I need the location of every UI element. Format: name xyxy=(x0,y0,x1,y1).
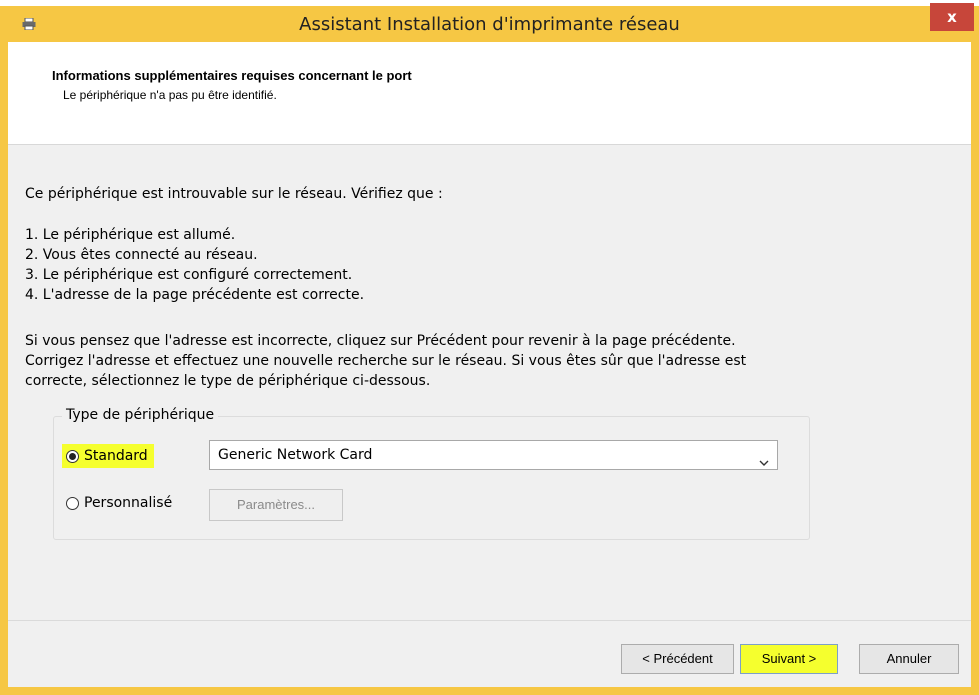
device-type-select[interactable]: Generic Network Card xyxy=(209,440,778,470)
wizard-header: Informations supplémentaires requises co… xyxy=(8,42,971,145)
device-type-legend: Type de périphérique xyxy=(62,407,219,423)
standard-highlight[interactable]: Standard xyxy=(62,444,154,468)
standard-option[interactable]: Standard xyxy=(62,444,154,468)
back-button[interactable]: < Précédent xyxy=(621,644,734,674)
page-subtitle: Le périphérique n'a pas pu être identifi… xyxy=(63,88,277,102)
advice-line: correcte, sélectionnez le type de périph… xyxy=(25,373,431,389)
checklist-item: 1. Le périphérique est allumé. xyxy=(25,227,236,243)
close-button[interactable]: x xyxy=(930,3,974,31)
checklist-item: 2. Vous êtes connecté au réseau. xyxy=(25,247,258,263)
chevron-down-icon[interactable] xyxy=(759,450,769,466)
advice-line: Corrigez l'adresse et effectuez une nouv… xyxy=(25,353,747,369)
window-frame-right xyxy=(971,42,979,695)
standard-label[interactable]: Standard xyxy=(84,448,148,464)
advice-line: Si vous pensez que l'adresse est incorre… xyxy=(25,333,736,349)
close-icon: x xyxy=(947,8,957,26)
background-window-strip xyxy=(0,0,979,6)
device-type-group: Type de périphérique Standard Generic Ne… xyxy=(53,407,810,540)
custom-label[interactable]: Personnalisé xyxy=(84,495,172,511)
custom-option[interactable]: Personnalisé xyxy=(66,495,172,511)
standard-radio[interactable] xyxy=(66,449,79,463)
intro-text: Ce périphérique est introuvable sur le r… xyxy=(25,186,443,202)
window-title: Assistant Installation d'imprimante rése… xyxy=(299,14,680,35)
title-bar[interactable]: Assistant Installation d'imprimante rése… xyxy=(0,0,979,42)
page-title: Informations supplémentaires requises co… xyxy=(52,68,412,83)
window-frame-bottom xyxy=(0,687,979,695)
wizard-content: Ce périphérique est introuvable sur le r… xyxy=(8,145,971,620)
settings-button[interactable]: Paramètres... xyxy=(209,489,343,521)
next-button[interactable]: Suivant > xyxy=(740,644,838,674)
wizard-window: Assistant Installation d'imprimante rése… xyxy=(0,0,979,695)
custom-radio[interactable] xyxy=(66,496,79,510)
device-type-value: Generic Network Card xyxy=(218,447,373,463)
cancel-button[interactable]: Annuler xyxy=(859,644,959,674)
checklist-item: 3. Le périphérique est configuré correct… xyxy=(25,267,353,283)
checklist-item: 4. L'adresse de la page précédente est c… xyxy=(25,287,365,303)
window-frame-left xyxy=(0,42,8,695)
footer-separator xyxy=(8,620,971,621)
